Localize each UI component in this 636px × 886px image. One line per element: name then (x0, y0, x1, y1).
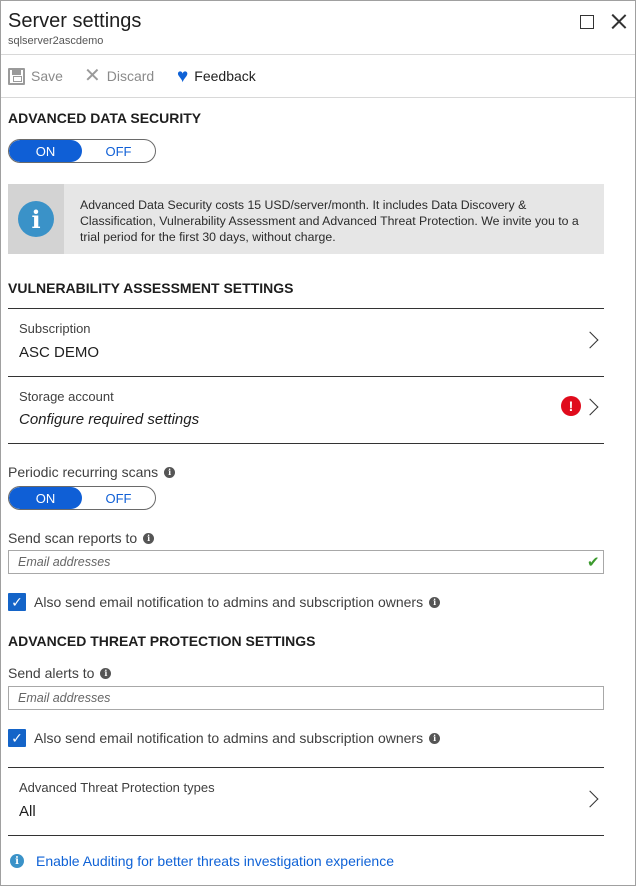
page-title: Server settings (8, 10, 142, 32)
scan-reports-notify-label: Also send email notification to admins a… (34, 594, 424, 610)
pricing-info-text: Advanced Data Security costs 15 USD/serv… (80, 198, 579, 244)
storage-account-row[interactable]: Storage account Configure required setti… (8, 377, 604, 443)
scan-reports-label: Send scan reports to i (8, 530, 155, 546)
scan-reports-notify-checkbox[interactable]: ✓ (8, 593, 26, 611)
chevron-right-icon (581, 331, 599, 349)
chevron-right-icon (581, 398, 599, 416)
discard-icon: ✕ (84, 65, 101, 87)
scan-reports-email-input[interactable] (8, 550, 604, 574)
toolbar-divider (1, 97, 635, 98)
atp-heading: ADVANCED THREAT PROTECTION SETTINGS (8, 633, 316, 649)
alerts-notify-checkbox[interactable]: ✓ (8, 729, 26, 747)
heart-icon: ♥ (177, 65, 189, 87)
periodic-toggle-off[interactable]: OFF (82, 487, 155, 509)
alerts-email-input[interactable] (8, 686, 604, 710)
info-icon[interactable]: i (164, 466, 176, 478)
scan-reports-notify-row: ✓ Also send email notification to admins… (8, 593, 441, 611)
server-settings-panel: Server settings sqlserver2ascdemo Save ✕… (0, 0, 636, 886)
scan-reports-text: Send scan reports to (8, 530, 138, 546)
error-icon: ! (561, 396, 581, 416)
divider (8, 835, 604, 836)
pricing-info-banner: i Advanced Data Security costs 15 USD/se… (8, 184, 604, 254)
discard-button[interactable]: ✕ Discard (84, 65, 154, 87)
info-icon[interactable]: i (429, 732, 441, 744)
info-icon[interactable]: i (100, 667, 112, 679)
maximize-icon[interactable] (576, 11, 598, 33)
send-alerts-label: Send alerts to i (8, 665, 112, 681)
atp-types-row[interactable]: Advanced Threat Protection types All (8, 768, 604, 835)
storage-account-value: Configure required settings (19, 411, 200, 428)
enable-auditing-link[interactable]: i Enable Auditing for better threats inv… (10, 853, 394, 869)
save-icon (8, 67, 25, 85)
va-heading: VULNERABILITY ASSESSMENT SETTINGS (8, 280, 294, 296)
periodic-scans-toggle[interactable]: ON OFF (8, 486, 156, 510)
close-icon[interactable] (608, 11, 630, 33)
periodic-toggle-on[interactable]: ON (9, 487, 82, 509)
storage-account-label: Storage account (19, 389, 114, 404)
send-alerts-text: Send alerts to (8, 665, 95, 681)
save-label: Save (31, 68, 63, 84)
alerts-notify-row: ✓ Also send email notification to admins… (8, 729, 441, 747)
ads-heading: ADVANCED DATA SECURITY (8, 110, 202, 126)
atp-types-value: All (19, 803, 36, 820)
subscription-row[interactable]: Subscription ASC DEMO (8, 309, 604, 376)
server-name: sqlserver2ascdemo (8, 35, 104, 47)
info-icon: i (10, 854, 24, 868)
ads-toggle-off[interactable]: OFF (82, 140, 155, 162)
alerts-notify-label: Also send email notification to admins a… (34, 730, 424, 746)
ads-toggle-on[interactable]: ON (9, 140, 82, 162)
enable-auditing-text: Enable Auditing for better threats inves… (36, 853, 395, 869)
periodic-scans-text: Periodic recurring scans (8, 464, 159, 480)
atp-types-label: Advanced Threat Protection types (19, 780, 215, 795)
save-button[interactable]: Save (8, 65, 63, 87)
divider (8, 443, 604, 444)
feedback-button[interactable]: ♥ Feedback (177, 65, 256, 87)
header-divider (1, 54, 635, 55)
info-icon[interactable]: i (143, 532, 155, 544)
valid-check-icon: ✔ (587, 554, 600, 571)
info-icon: i (18, 201, 54, 237)
feedback-label: Feedback (194, 68, 256, 84)
subscription-label: Subscription (19, 321, 91, 336)
periodic-scans-label: Periodic recurring scans i (8, 464, 176, 480)
info-icon[interactable]: i (429, 596, 441, 608)
ads-toggle[interactable]: ON OFF (8, 139, 156, 163)
discard-label: Discard (106, 68, 155, 84)
chevron-right-icon (581, 790, 599, 808)
subscription-value: ASC DEMO (19, 344, 100, 361)
info-banner-icon-area: i (8, 184, 64, 254)
